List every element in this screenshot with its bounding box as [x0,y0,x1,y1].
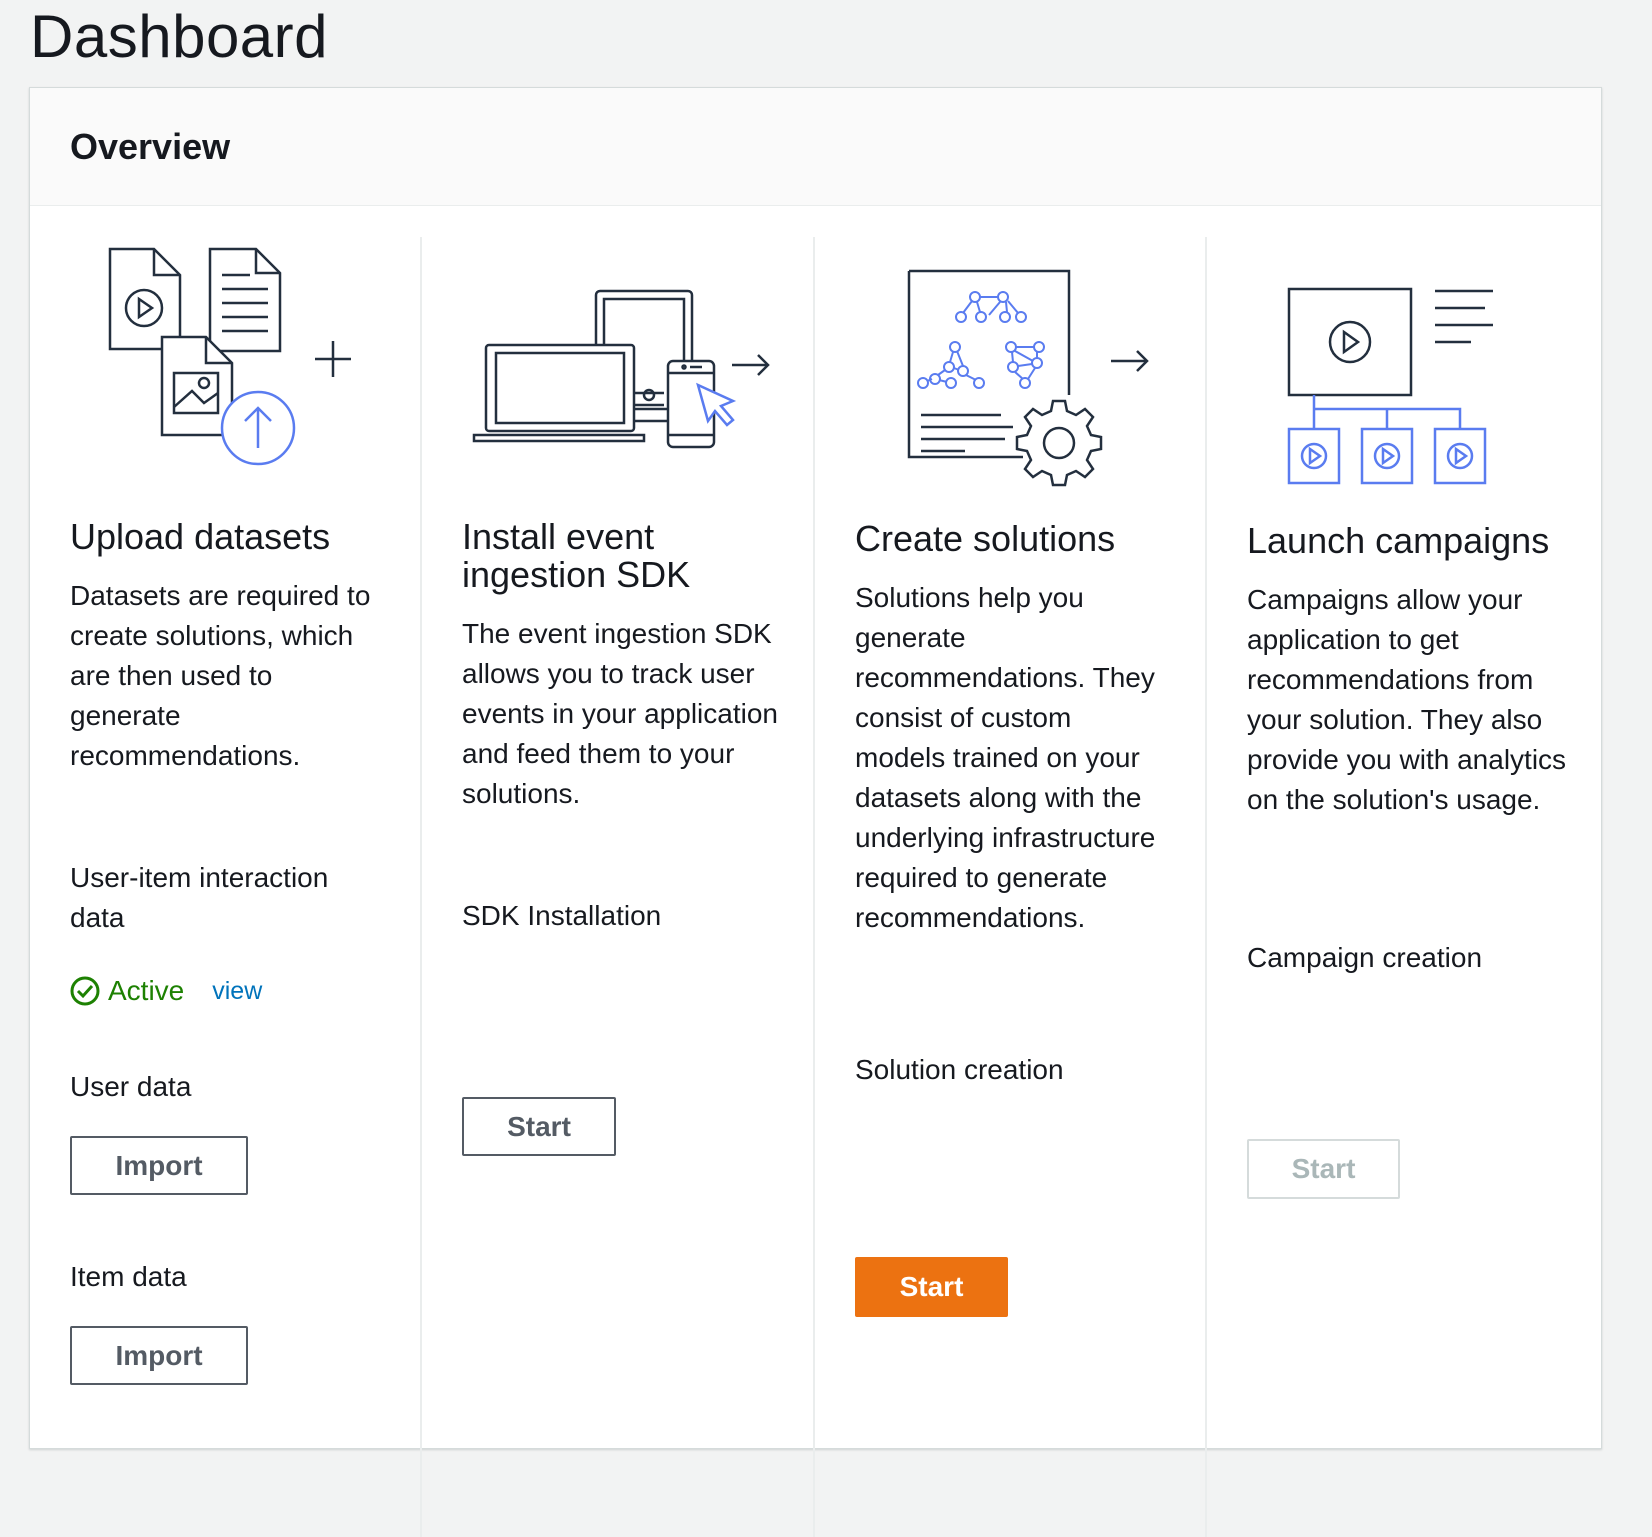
column-title: Upload datasets [70,516,331,557]
solution-creation-label: Solution creation [855,1054,1064,1085]
column-description: The event ingestion SDK allows you to tr… [462,618,778,809]
check-circle-icon [70,976,100,1006]
overview-panel: Overview Upload datasets Datasets are re… [29,87,1602,1537]
item-data-label: Item data [70,1261,187,1292]
panel-header: Overview [30,88,1601,206]
column-title: Create solutions [855,518,1116,559]
import-item-data-button[interactable]: Import [70,1326,248,1385]
install-sdk-illustration [472,287,772,457]
column-description: Solutions help you generate recommendati… [855,582,1156,933]
column-launch-campaigns: Launch campaigns Campaigns allow your ap… [1205,237,1603,1537]
interaction-data-status: Active view [70,975,262,1007]
column-description: Campaigns allow your application to get … [1247,584,1567,815]
panel-title: Overview [70,126,231,167]
page-title: Dashboard [30,3,329,70]
user-data-label: User data [70,1071,192,1102]
interaction-data-label: User-item interaction data [70,862,329,933]
status-active-text: Active [108,975,185,1006]
create-solutions-illustration [905,267,1165,492]
column-title: Launch campaigns [1247,520,1550,561]
sdk-installation-label: SDK Installation [462,900,662,931]
start-sdk-installation-button[interactable]: Start [462,1097,616,1156]
column-title: Install event ingestion SDK [462,516,691,595]
launch-campaigns-illustration [1285,285,1505,485]
upload-datasets-illustration [100,245,360,470]
view-link[interactable]: view [212,977,262,1006]
start-campaign-creation-button[interactable]: Start [1247,1139,1400,1199]
column-install-sdk: Install event ingestion SDK The event in… [420,237,815,1537]
import-user-data-button[interactable]: Import [70,1136,248,1195]
column-create-solutions: Create solutions Solutions help you gene… [813,237,1207,1537]
campaign-creation-label: Campaign creation [1247,942,1483,973]
column-description: Datasets are required to create solution… [70,580,371,771]
start-solution-creation-button[interactable]: Start [855,1257,1008,1317]
column-upload-datasets: Upload datasets Datasets are required to… [30,237,420,1537]
